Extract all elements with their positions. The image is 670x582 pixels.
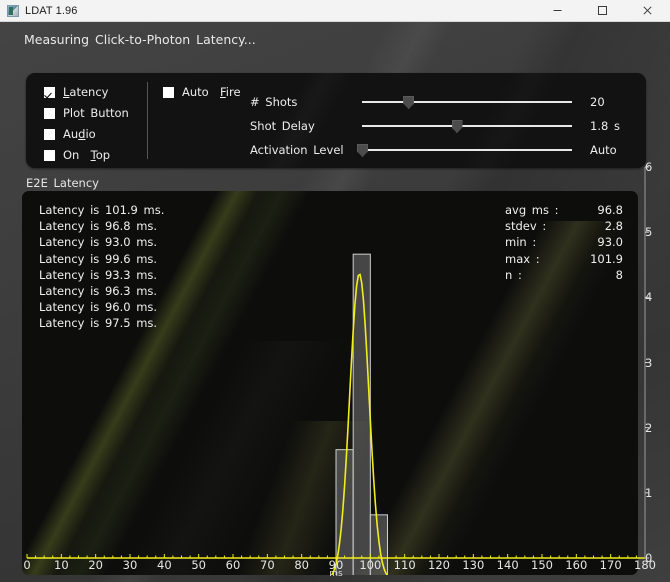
maximize-icon	[598, 6, 607, 15]
statistics-key: max :	[505, 251, 540, 266]
latency-readout-line: Latency is 101.9 ms.	[39, 203, 165, 217]
y-tick-label: 5	[645, 225, 653, 240]
minimize-button[interactable]	[535, 0, 580, 21]
x-tick-label: 30	[122, 558, 138, 572]
statistics-row: max : 101.9	[505, 251, 623, 267]
statistics-row: min : 93.0	[505, 234, 623, 250]
controls-panel: Latency Plot Button Audio On Top Auto Fi…	[26, 73, 646, 168]
x-tick-label: 130	[462, 558, 485, 572]
x-tick-label: 170	[599, 558, 622, 572]
latency-readout-line: Latency is 96.0 ms.	[39, 300, 158, 315]
latency-readout-line: Latency is 93.3 ms.	[39, 267, 158, 282]
statistics-key: stdev :	[505, 219, 547, 234]
histogram-bar	[335, 449, 354, 575]
slider-shots-label: # Shots	[250, 95, 298, 109]
minimize-icon	[553, 10, 562, 11]
latency-readout-list: Latency is 101.9 ms. Latency is 96.8 ms. L…	[39, 202, 164, 332]
slider-shot-delay-label: Shot Delay	[250, 119, 315, 133]
latency-plot: Latency is 101.9 ms. Latency is 96.8 ms. L…	[22, 191, 638, 575]
checkbox-plot-button-box[interactable]	[44, 107, 55, 119]
x-tick-label: 50	[191, 558, 206, 572]
statistics-row: avg ms : 96.8	[505, 202, 623, 218]
y-tick-label: 1	[645, 485, 653, 500]
statistics-key: n :	[505, 267, 522, 282]
latency-readout-line: Latency is 96.8 ms.	[39, 219, 158, 234]
slider-shot-delay-track[interactable]	[362, 119, 572, 133]
x-tick-label: 10	[54, 558, 69, 572]
app-icon	[7, 4, 19, 17]
slider-shot-delay-value: 1.8 s	[590, 119, 620, 133]
checkbox-audio[interactable]: Audio	[44, 127, 96, 141]
status-headline: Measuring Click-to-Photon Latency...	[24, 32, 256, 47]
checkbox-auto-fire[interactable]: Auto Fire	[163, 85, 241, 99]
checkbox-plot-button[interactable]: Plot Button	[44, 106, 129, 120]
statistics-panel: avg ms : 96.8 stdev : 2.8 min : 93.0 max : 101.…	[505, 202, 623, 283]
panel-divider	[147, 82, 148, 159]
x-tick-label: 0	[23, 558, 31, 572]
y-tick-label: 0	[645, 551, 653, 565]
x-axis-labels: 0 10 20 30 40 50 60 70 80 90 100 110 120 130 140 150 160…	[0, 558, 670, 579]
y-tick-label: 4	[645, 290, 653, 305]
y-tick-label: 3	[645, 355, 653, 370]
checkbox-latency-box[interactable]	[44, 86, 55, 98]
checkbox-auto-fire-box[interactable]	[163, 86, 174, 98]
statistics-value: 101.9	[590, 251, 623, 266]
x-tick-label: 100	[359, 558, 382, 572]
latency-readout-line: Latency is 93.0 ms.	[39, 235, 158, 250]
checkbox-audio-label: Audio	[63, 127, 96, 141]
plot-title: E2E Latency	[26, 176, 99, 190]
x-tick-label: 40	[157, 558, 172, 572]
slider-activation-level-track[interactable]	[357, 143, 572, 157]
checkbox-audio-box[interactable]	[44, 128, 55, 140]
y-axis-labels: 0 1 2 3 4 5 6	[645, 0, 670, 582]
x-tick-label: 140	[496, 558, 519, 572]
latency-readout-line: Latency is 97.5 ms.	[39, 316, 158, 331]
maximize-button[interactable]	[580, 0, 625, 21]
window-title: LDAT 1.96	[25, 4, 78, 17]
slider-row-activation-level: Activation Level Auto	[250, 143, 646, 157]
window-titlebar: LDAT 1.96	[0, 0, 670, 22]
slider-activation-level-label: Activation Level	[250, 143, 344, 157]
x-tick-label: 80	[294, 558, 309, 572]
statistics-value: 8	[615, 267, 623, 282]
statistics-key: min :	[505, 235, 537, 250]
slider-activation-level-value: Auto	[590, 143, 617, 157]
statistics-value: 2.8	[604, 219, 623, 234]
statistics-row: n : 8	[505, 267, 623, 283]
checkbox-auto-fire-label: Auto Fire	[182, 85, 241, 99]
latency-readout-line: Latency is 96.3 ms.	[39, 284, 158, 299]
y-tick-label: 6	[645, 160, 653, 174]
latency-readout-line: Latency is 99.6 ms.	[39, 251, 158, 266]
x-tick-label: 60	[225, 558, 241, 572]
slider-row-shots: # Shots 20	[250, 95, 646, 109]
statistics-value: 96.8	[597, 203, 623, 217]
checkbox-on-top[interactable]: On Top	[44, 148, 110, 162]
x-tick-label: 110	[393, 558, 416, 572]
x-tick-label: 160	[565, 558, 588, 572]
statistics-row: stdev : 2.8	[505, 218, 623, 234]
slider-shots-thumb[interactable]	[403, 96, 415, 109]
app-body: Measuring Click-to-Photon Latency... Lat…	[0, 22, 670, 582]
slider-row-shot-delay: Shot Delay 1.8 s	[250, 119, 646, 133]
checkbox-latency[interactable]: Latency	[44, 85, 108, 99]
x-tick-label: 20	[88, 558, 103, 572]
checkbox-on-top-label: On Top	[63, 148, 111, 162]
slider-shot-delay-thumb[interactable]	[451, 120, 463, 133]
x-tick-label: 150	[531, 558, 553, 572]
x-tick-label: 70	[260, 558, 275, 572]
checkbox-latency-label: Latency	[63, 85, 109, 99]
checkbox-on-top-box[interactable]	[44, 149, 55, 161]
slider-shots-track[interactable]	[362, 95, 572, 109]
x-tick-label: 120	[428, 558, 450, 572]
y-tick-label: 2	[645, 420, 653, 435]
checkbox-plot-button-label: Plot Button	[63, 106, 129, 120]
statistics-key: avg ms :	[505, 203, 559, 217]
statistics-value: 93.0	[597, 235, 623, 250]
x-axis-unit-label: ms	[329, 569, 343, 579]
slider-shots-value: 20	[590, 95, 605, 109]
